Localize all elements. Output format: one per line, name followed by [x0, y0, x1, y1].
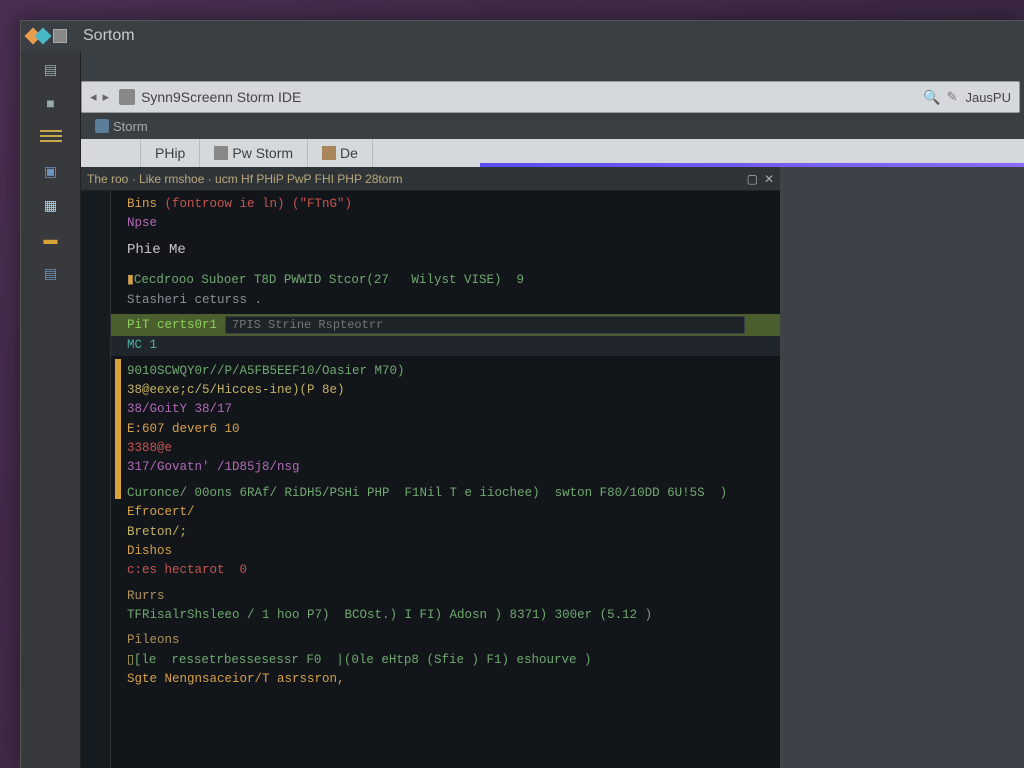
code-token: ▮ — [127, 273, 134, 287]
de-icon — [322, 146, 336, 160]
tool-icon-5[interactable]: ▬ — [37, 227, 65, 251]
menu-de[interactable]: De — [308, 139, 373, 167]
tool-icon-2[interactable]: ■ — [37, 91, 65, 115]
code-line: Breton/; — [127, 525, 187, 539]
code-token: (fontroow ie ln) ("FTnG") — [165, 197, 353, 211]
phpstorm-icon — [214, 146, 228, 160]
code-token: ▯ — [127, 653, 134, 667]
section-heading: Pîleons — [127, 631, 780, 650]
address-right-label: JausPU — [965, 90, 1011, 105]
address-bar[interactable]: ◂ ▸ Synn9Screenn Storm IDE 🔍 ✎ JausPU — [81, 81, 1020, 113]
code-line: Sgte Nengnsaceior/T asrssron, — [127, 672, 345, 686]
address-text: Synn9Screenn Storm IDE — [141, 89, 917, 105]
app-window: Sortom ▤ ■ ▣ ▦ ▬ ▤ ◂ ▸ Synn9Screenn Stor… — [20, 20, 1024, 768]
tool-icon-1[interactable]: ▤ — [37, 57, 65, 81]
code-line: Stasheri ceturss . — [127, 293, 262, 307]
code-line: Cecdrooo Suboer T8D PWWID Stcor(27 Wilys… — [134, 273, 524, 287]
tool-lines-icon[interactable] — [37, 125, 65, 149]
code-line: Dishos — [127, 544, 172, 558]
toolbar — [21, 51, 1024, 81]
code-heading: Phie Me — [127, 242, 186, 258]
file-tab-icon — [95, 119, 109, 133]
code-line: 3388@e — [127, 441, 172, 455]
editor-tab-bar: The roo · Like rmshoe · ucm Hf PHiP PwP … — [81, 167, 780, 191]
menu-phpstorm-label: Pw Storm — [232, 145, 293, 161]
code-line: Efrocert/ — [127, 505, 195, 519]
menu-php[interactable]: PHip — [141, 139, 200, 167]
code-token: Npse — [127, 216, 157, 230]
completion-input[interactable] — [225, 316, 745, 334]
close-tab-icon[interactable]: ✕ — [764, 172, 774, 186]
code-line: 38@eexe;c/5/Hicces-ine)(P 8e) — [127, 383, 345, 397]
file-tab-label: Storm — [113, 119, 148, 134]
menu-phpstorm[interactable]: Pw Storm — [200, 139, 308, 167]
left-toolbar: ▤ ■ ▣ ▦ ▬ ▤ — [21, 51, 81, 768]
right-pane — [781, 167, 1024, 768]
code-line: 317/Govatn' /1D85j8/nsg — [127, 460, 300, 474]
completion-sub: MC 1 — [127, 338, 157, 352]
tool-icon-6[interactable]: ▤ — [37, 261, 65, 285]
code-line: 38/GoitY 38/17 — [127, 402, 232, 416]
code-token: Bins — [127, 197, 157, 211]
file-tab-strip: Storm — [81, 113, 1024, 139]
code-line: E:607 dever6 10 — [127, 422, 240, 436]
window-title: Sortom — [83, 27, 135, 45]
file-tab[interactable]: Storm — [87, 117, 156, 136]
window-icon — [53, 29, 67, 43]
code-line: 9010SCWQY0r//P/A5FB5EEF10/Oasier M70) — [127, 364, 405, 378]
code-line: [le ressetrbessesessr F0 |(0le eHtp8 (Sf… — [134, 653, 592, 667]
menu-de-label: De — [340, 145, 358, 161]
content-area: The roo · Like rmshoe · ucm Hf PHiP PwP … — [81, 167, 1024, 768]
editor-panel: The roo · Like rmshoe · ucm Hf PHiP PwP … — [81, 167, 781, 768]
favicon-icon — [119, 89, 135, 105]
gutter — [81, 191, 111, 768]
completion-left: PiT certs0r1 — [127, 316, 217, 335]
min-icon[interactable]: ▢ — [747, 172, 758, 186]
code-line: TFRisalrShsleeo / 1 hoo P7) BCOst.) I FI… — [127, 608, 652, 622]
edit-icon[interactable]: ✎ — [947, 89, 958, 105]
code-editor[interactable]: Bins (fontroow ie ln) ("FTnG") Npse Phie… — [81, 191, 780, 768]
code-line: c:es hectarot 0 — [127, 563, 247, 577]
title-bar[interactable]: Sortom — [21, 21, 1024, 51]
search-icon[interactable]: 🔍 — [923, 89, 940, 106]
tool-icon-3[interactable]: ▣ — [37, 159, 65, 183]
accent-bar — [480, 163, 1024, 167]
change-marker — [115, 359, 121, 499]
menu-php-label: PHip — [155, 145, 185, 161]
app-logo-icon — [27, 30, 47, 42]
tool-icon-4[interactable]: ▦ — [37, 193, 65, 217]
nav-back-icon[interactable]: ◂ — [90, 89, 97, 105]
completion-row: PiT certs0r1 — [81, 314, 780, 336]
editor-tab-text[interactable]: The roo · Like rmshoe · ucm Hf PHiP PwP … — [87, 172, 402, 186]
nav-fwd-icon[interactable]: ▸ — [103, 89, 110, 105]
section-heading: Rurrs — [127, 587, 780, 606]
menu-blank[interactable] — [81, 139, 141, 167]
code-line: Curonce/ 00ons 6RAf/ RiDH5/PSHi PHP F1Ni… — [127, 486, 727, 500]
